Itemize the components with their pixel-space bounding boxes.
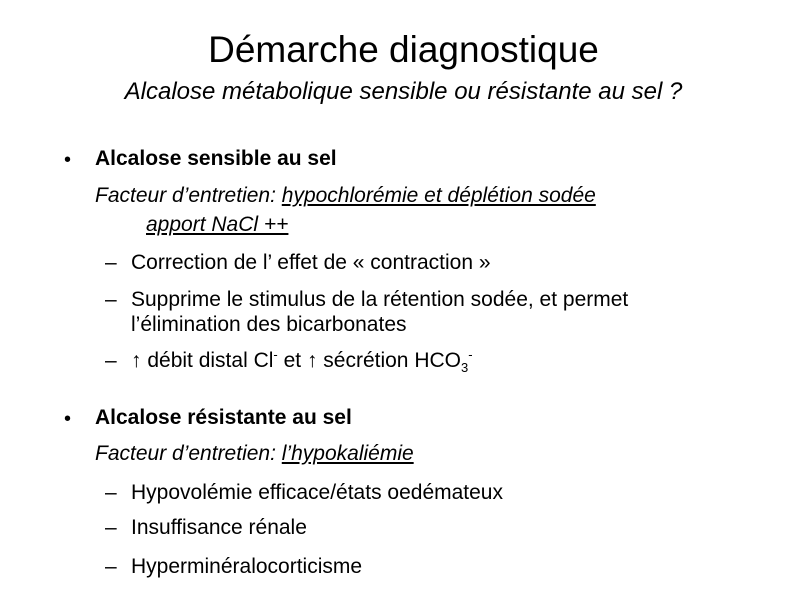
slide-subtitle: Alcalose métabolique sensible ou résista… [124, 78, 683, 105]
list-item: – [105, 250, 117, 276]
up-arrow-icon: ↑ [306, 349, 318, 372]
list-item: – [105, 348, 117, 374]
list-item-text: Insuffisance rénale [131, 516, 307, 539]
list-item-text: Hypovolémie efficace/états oedémateux [131, 481, 503, 504]
list-item-text-line2: l’élimination des bicarbonates [131, 313, 407, 336]
factor-label: Facteur d’entretien: [95, 184, 282, 207]
dash-marker: – [105, 288, 117, 311]
slide-title: Démarche diagnostique [208, 29, 599, 70]
text-fragment: débit distal Cl [141, 349, 274, 372]
section-heading-sensible: Alcalose sensible au sel [95, 147, 337, 170]
list-item: – [105, 287, 117, 313]
list-item: – [105, 554, 117, 580]
list-item-text-line1: Supprime le stimulus de la rétention sod… [131, 288, 629, 311]
subscript: 3 [460, 360, 469, 376]
superscript: - [468, 347, 473, 362]
dash-marker: – [105, 251, 117, 274]
list-item-text: Hyperminéralocorticisme [131, 555, 363, 578]
text-fragment: et [277, 349, 307, 372]
factor-value: l’hypokaliémie [281, 442, 414, 465]
list-item-text: ↑ débit distal Cl- et ↑ sécrétion HCO3- [131, 348, 473, 374]
list-item-text: Correction de l’ effet de « contraction … [131, 251, 491, 274]
factor-value: hypochlorémie et déplétion sodée [281, 184, 596, 207]
bullet-marker: • [64, 149, 72, 171]
dash-marker: – [105, 481, 117, 504]
treatment-line: apport NaCl ++ [146, 213, 289, 236]
factor-label: Facteur d’entretien: [95, 442, 282, 465]
factor-line-resistante: Facteur d’entretien: l’hypokaliémie [95, 441, 414, 467]
list-item: – [105, 480, 117, 506]
section-heading-resistante: Alcalose résistante au sel [95, 406, 352, 429]
dash-marker: – [105, 349, 117, 372]
bullet-marker: • [64, 408, 72, 430]
list-item: – [105, 515, 117, 541]
dash-marker: – [105, 516, 117, 539]
factor-line-sensible: Facteur d’entretien: hypochlorémie et dé… [95, 183, 596, 209]
up-arrow-icon: ↑ [131, 349, 142, 372]
dash-marker: – [105, 555, 117, 578]
text-fragment: sécrétion HCO [317, 349, 461, 372]
